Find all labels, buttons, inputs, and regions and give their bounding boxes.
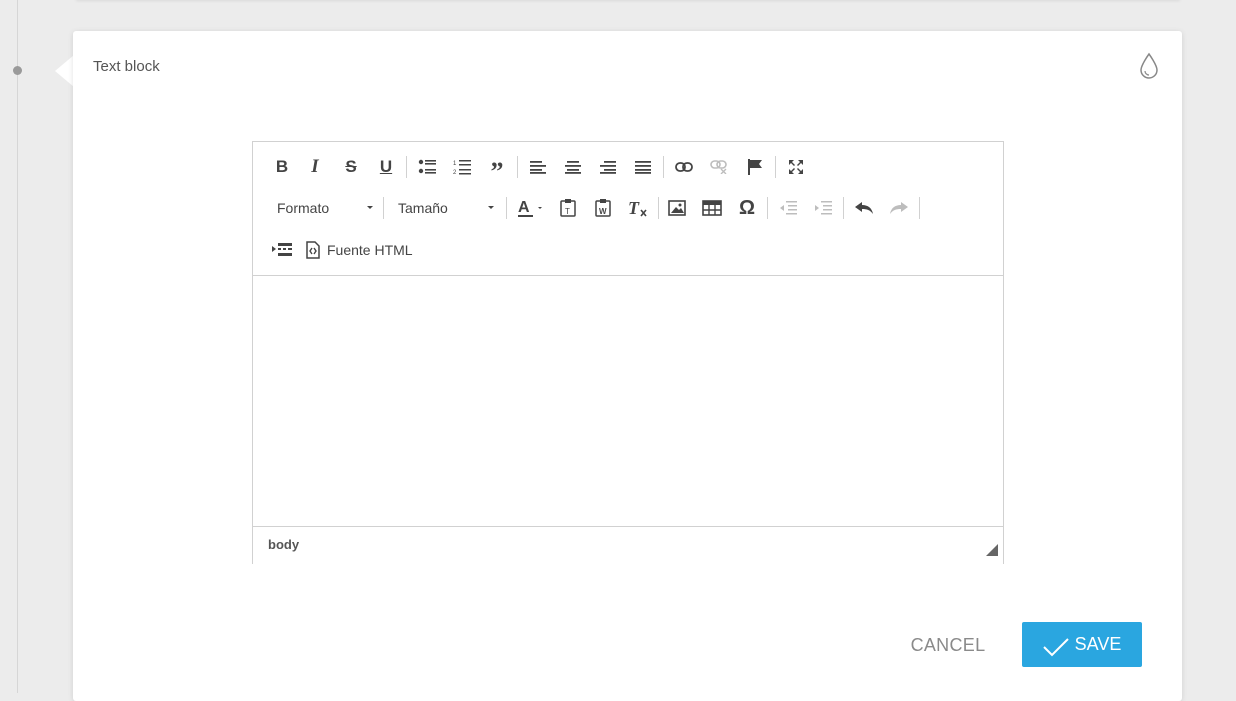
numbered-list-button[interactable]: 12	[449, 154, 475, 180]
indent-button[interactable]	[810, 195, 836, 221]
show-blocks-icon	[272, 243, 292, 256]
redo-button[interactable]	[886, 195, 912, 221]
size-dropdown[interactable]: Tamaño	[398, 195, 494, 221]
editor-toolbar: B I S U 12 ” Formato Tamaño A T W T Ω Fu…	[253, 142, 1003, 276]
toolbar-separator	[843, 197, 844, 219]
unlink-icon	[710, 160, 727, 174]
redo-icon	[890, 202, 908, 214]
drop-icon[interactable]	[1138, 52, 1160, 80]
toolbar-separator	[406, 156, 407, 178]
omega-icon: Ω	[738, 196, 756, 219]
underline-icon: U	[379, 157, 393, 176]
justify-button[interactable]	[630, 154, 656, 180]
blockquote-icon: ”	[490, 157, 504, 186]
link-button[interactable]	[671, 154, 697, 180]
editor-content-area[interactable]	[253, 276, 1003, 526]
indent-icon	[815, 201, 832, 215]
element-path[interactable]: body	[268, 537, 299, 552]
text-color-button[interactable]: A	[515, 195, 547, 221]
resize-handle-icon[interactable]	[986, 544, 998, 556]
html-source-label: Fuente HTML	[327, 242, 413, 258]
toolbar-separator	[919, 197, 920, 219]
svg-text:2: 2	[453, 170, 457, 175]
italic-icon: I	[311, 156, 319, 177]
maximize-button[interactable]	[783, 154, 809, 180]
strikethrough-button[interactable]: S	[338, 154, 364, 180]
text-color-icon: A	[518, 199, 542, 217]
align-right-icon	[600, 161, 616, 174]
align-center-button[interactable]	[560, 154, 586, 180]
panel-pointer	[55, 55, 74, 87]
table-icon	[702, 200, 722, 216]
size-dropdown-label: Tamaño	[398, 200, 448, 216]
toolbar-separator	[383, 197, 384, 219]
unlink-button[interactable]	[706, 154, 732, 180]
toolbar-separator	[663, 156, 664, 178]
svg-text:A: A	[518, 199, 530, 216]
toolbar-separator	[658, 197, 659, 219]
align-left-icon	[530, 161, 546, 174]
toolbar-separator	[517, 156, 518, 178]
chevron-down-icon	[488, 206, 494, 209]
timeline-line	[17, 0, 18, 693]
svg-text:T: T	[628, 199, 640, 217]
svg-text:1: 1	[453, 161, 457, 167]
editor-status-bar: body	[253, 526, 1003, 564]
justify-icon	[635, 161, 651, 174]
maximize-icon	[789, 160, 803, 174]
show-blocks-button[interactable]	[269, 237, 295, 263]
cancel-button[interactable]: CANCEL	[893, 623, 1003, 667]
numbered-list-icon: 12	[453, 160, 471, 175]
paste-text-icon: T	[560, 199, 576, 217]
rich-text-editor: B I S U 12 ” Formato Tamaño A T W T Ω Fu…	[252, 141, 1004, 564]
format-dropdown-label: Formato	[277, 200, 330, 216]
timeline-dot	[13, 66, 22, 75]
table-button[interactable]	[699, 195, 725, 221]
remove-format-button[interactable]: T	[625, 195, 651, 221]
format-dropdown[interactable]: Formato	[277, 195, 373, 221]
toolbar-separator	[506, 197, 507, 219]
save-button-label: SAVE	[1074, 634, 1122, 654]
remove-format-icon: T	[628, 199, 647, 217]
strikethrough-icon: S	[345, 157, 357, 176]
toolbar-separator	[775, 156, 776, 178]
special-char-button[interactable]: Ω	[734, 195, 760, 221]
paste-word-button[interactable]: W	[590, 195, 616, 221]
undo-button[interactable]	[851, 195, 877, 221]
outdent-icon	[780, 201, 797, 215]
flag-icon	[748, 159, 762, 175]
blockquote-button[interactable]: ”	[484, 154, 510, 185]
text-block-panel: Text block B I S U 12 ” Formato Tamaño A…	[73, 31, 1182, 701]
source-code-icon	[306, 241, 320, 259]
toolbar-separator	[767, 197, 768, 219]
bulleted-list-icon	[418, 159, 436, 174]
align-right-button[interactable]	[595, 154, 621, 180]
underline-button[interactable]: U	[373, 154, 399, 180]
svg-text:T: T	[565, 207, 570, 216]
paste-text-button[interactable]: T	[555, 195, 581, 221]
outdent-button[interactable]	[775, 195, 801, 221]
svg-text:W: W	[599, 207, 607, 216]
image-button[interactable]	[664, 195, 690, 221]
anchor-button[interactable]	[742, 154, 768, 180]
chevron-down-icon	[367, 206, 373, 209]
align-center-icon	[565, 161, 581, 174]
bold-icon: B	[275, 157, 289, 176]
save-button[interactable]: SAVE	[1022, 622, 1142, 667]
align-left-button[interactable]	[525, 154, 551, 180]
bold-button[interactable]: B	[269, 154, 295, 180]
paste-word-icon: W	[595, 199, 611, 217]
html-source-button[interactable]: Fuente HTML	[305, 237, 413, 263]
checkmark-icon	[1042, 637, 1069, 656]
italic-button[interactable]: I	[302, 154, 328, 180]
bulleted-list-button[interactable]	[414, 154, 440, 180]
image-icon	[668, 200, 686, 216]
panel-title: Text block	[93, 58, 160, 75]
link-icon	[675, 162, 693, 172]
undo-icon	[855, 202, 873, 214]
